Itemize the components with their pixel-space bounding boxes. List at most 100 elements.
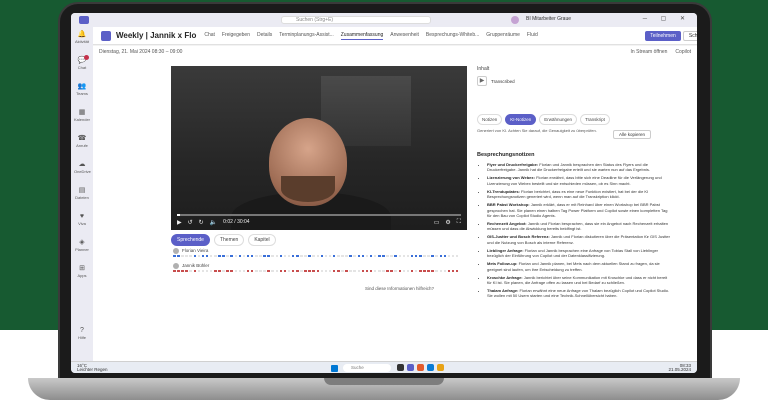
- taskbar-clock[interactable]: 08:33 21.05.2024: [668, 363, 691, 372]
- office-taskbar-icon[interactable]: [417, 364, 424, 371]
- speaker-activity-segment: [394, 270, 397, 272]
- speaker-activity-segment: [455, 255, 459, 257]
- tab-fluid[interactable]: Fluid: [527, 32, 538, 40]
- speaker-activity-segment: [304, 255, 307, 257]
- tab-attendance[interactable]: Anwesenheit: [390, 32, 419, 40]
- window-controls[interactable]: ─ ▢ ✕: [643, 15, 691, 22]
- speaker-activity-segment: [181, 270, 184, 272]
- recording-video[interactable]: ▶ ↺ ↻ 🔈 0:02 / 30:04 ▭ ⚙ ⛶: [171, 66, 467, 230]
- note-item: KI-Trendupdates: Florian berichtet, dass…: [487, 189, 671, 200]
- rail-item-help[interactable]: ? Hilfe: [74, 327, 90, 341]
- speaker-activity-segment: [279, 270, 283, 272]
- speaker-activity-segment: [275, 270, 279, 272]
- fullscreen-icon[interactable]: ⛶: [457, 219, 461, 226]
- main-content: ▶ ↺ ↻ 🔈 0:02 / 30:04 ▭ ⚙ ⛶ Sprechende Th…: [93, 58, 697, 361]
- teams-logo-icon: [79, 16, 89, 24]
- speaker-activity-segment: [427, 255, 430, 257]
- tab-transcript[interactable]: Transkript: [580, 114, 610, 125]
- open-stream-link[interactable]: In Stream öffnen: [631, 49, 668, 55]
- rail-item-label: Hilfe: [77, 335, 86, 340]
- recording-item[interactable]: ▶ Transcribed: [477, 76, 515, 86]
- teams-taskbar-icon[interactable]: [407, 364, 414, 371]
- speaker-activity-segment: [312, 255, 315, 257]
- video-progress-fill: [177, 214, 180, 216]
- rail-item-planner[interactable]: ◈ Planner: [74, 239, 90, 253]
- tab-ai-notes[interactable]: KI-Notizen: [505, 114, 537, 125]
- tab-chapters[interactable]: Kapitel: [248, 234, 276, 246]
- explorer-taskbar-icon[interactable]: [437, 364, 444, 371]
- speaker-activity-segment: [255, 255, 258, 257]
- weather-widget[interactable]: 16°C Leichter Regen: [77, 363, 108, 372]
- speaker-activity-segment: [402, 255, 406, 257]
- taskbar-search[interactable]: Suche: [343, 364, 391, 372]
- speaker-activity-segment: [177, 255, 180, 257]
- speaker-activity-bar[interactable]: [173, 255, 463, 257]
- rail-item-calls[interactable]: ☎ Anrufe: [74, 135, 90, 149]
- tab-mentions[interactable]: Erwähnungen: [539, 114, 578, 125]
- speaker-activity-segment: [353, 255, 356, 257]
- rail-item-label: Planner: [75, 247, 89, 252]
- volume-icon[interactable]: 🔈: [210, 219, 217, 226]
- speaker-activity-segment: [345, 255, 348, 257]
- speaker-activity-segment: [451, 255, 455, 257]
- play-icon[interactable]: ▶: [177, 219, 182, 226]
- close-button[interactable]: Schließen: [683, 31, 697, 41]
- speaker-activity-segment: [234, 255, 238, 257]
- rail-item-label: Kalender: [74, 117, 91, 122]
- speaker-activity-segment: [205, 255, 209, 257]
- teams-icon: 👥: [77, 83, 87, 90]
- settings-icon[interactable]: ⚙: [445, 219, 450, 226]
- tab-whiteboard[interactable]: Besprechungs-Whiteb...: [426, 32, 479, 40]
- rail-item-activity[interactable]: 🔔 Aktivität: [74, 31, 90, 45]
- tab-chat[interactable]: Chat: [204, 32, 215, 40]
- speaker-activity-segment: [361, 270, 365, 272]
- rail-item-viva[interactable]: ♥ Viva: [74, 213, 90, 227]
- rail-item-teams[interactable]: 👥 Teams: [74, 83, 90, 97]
- copilot-button[interactable]: Copilot: [675, 49, 691, 55]
- windows-start-icon[interactable]: [331, 365, 338, 372]
- search-input[interactable]: Suchen (Strg+E): [281, 16, 431, 24]
- notification-badge: [84, 55, 89, 60]
- speaker-activity-segment: [209, 270, 213, 272]
- speaker-activity-segment: [431, 270, 434, 272]
- tab-topics[interactable]: Themen: [213, 234, 245, 246]
- speaker-activity-segment: [390, 255, 393, 257]
- speaker-activity-segment: [209, 255, 213, 257]
- speaker-activity-segment: [308, 270, 311, 272]
- captions-icon[interactable]: ▭: [434, 219, 440, 226]
- subheader-actions: In Stream öffnen Copilot: [631, 49, 691, 55]
- task-view-icon[interactable]: [397, 364, 404, 371]
- speaker-activity-segment: [414, 270, 418, 272]
- tab-details[interactable]: Details: [257, 32, 272, 40]
- speaker-activity-segment: [218, 270, 221, 272]
- rail-item-chat[interactable]: 💬 Chat: [74, 55, 90, 71]
- tab-breakout-rooms[interactable]: Gruppenräume: [486, 32, 520, 40]
- tab-shared[interactable]: Freigegeben: [222, 32, 250, 40]
- avatar[interactable]: [511, 16, 519, 24]
- speaker-activity-segment: [218, 255, 221, 257]
- speaker-activity-segment: [357, 255, 361, 257]
- speaker-activity-bar[interactable]: [173, 270, 463, 272]
- forward-icon[interactable]: ↻: [199, 219, 204, 226]
- video-buttons-right: ▭ ⚙ ⛶: [434, 219, 461, 226]
- rail-item-onedrive[interactable]: ☁ OneDrive: [74, 161, 91, 175]
- rail-item-files[interactable]: ▤ Dateien: [74, 187, 90, 201]
- copy-all-button[interactable]: Alle kopieren: [613, 130, 651, 139]
- rail-item-apps[interactable]: ⊞ Apps: [74, 265, 90, 279]
- speaker-activity-segment: [201, 270, 205, 272]
- tab-summary[interactable]: Zusammenfassung: [340, 32, 384, 40]
- edge-taskbar-icon[interactable]: [427, 364, 434, 371]
- video-progress-bar[interactable]: [177, 214, 461, 216]
- tab-speakers[interactable]: Sprechende: [171, 234, 210, 246]
- tab-notes[interactable]: Notizen: [477, 114, 503, 125]
- speaker-activity-segment: [222, 270, 225, 272]
- speaker-activity-segment: [234, 270, 238, 272]
- feedback-prompt[interactable]: Sind diese Informationen hilfreich?: [365, 286, 434, 291]
- rewind-icon[interactable]: ↺: [188, 219, 193, 226]
- join-button[interactable]: Teilnehmen: [645, 31, 681, 41]
- speaker-activity-segment: [263, 255, 266, 257]
- speaker-activity-segment: [337, 270, 340, 272]
- rail-item-calendar[interactable]: ▦ Kalender: [74, 109, 90, 123]
- speaker-activity-segment: [283, 255, 287, 257]
- tab-scheduling-assistant[interactable]: Terminplanungs-Assist...: [279, 32, 333, 40]
